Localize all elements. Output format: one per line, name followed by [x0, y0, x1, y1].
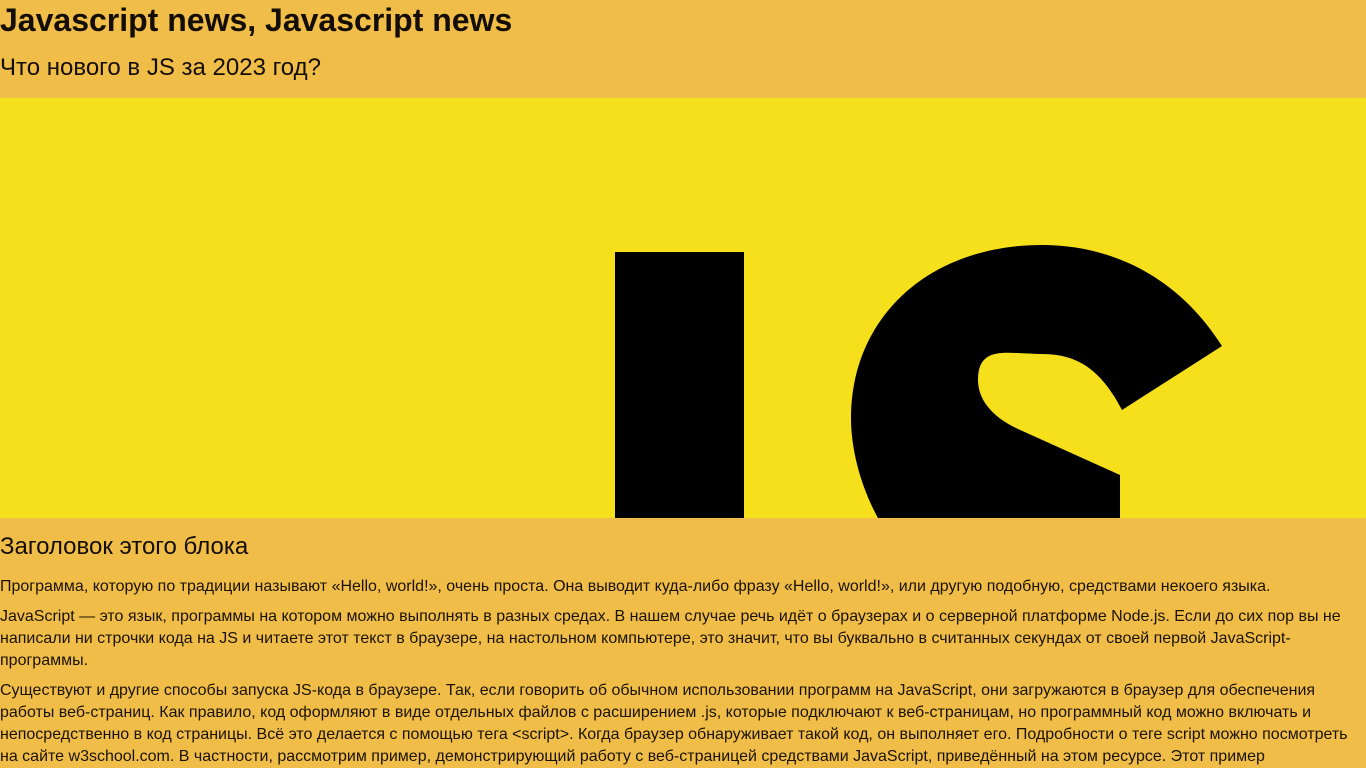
article-paragraph-3: Существуют и другие способы запуска JS-к… — [0, 682, 1348, 765]
site-title: Javascript news, Javascript news — [0, 2, 513, 38]
page: Javascript news, Javascript news Что нов… — [0, 0, 1366, 768]
js-logo-image: JS — [0, 98, 1366, 518]
page-subtitle: Что нового в JS за 2023 год? — [0, 54, 321, 81]
article-section: Заголовок этого блока Программа, которую… — [0, 518, 1366, 768]
letter-j-shape — [615, 252, 744, 518]
article-paragraph-1: Программа, которую по традиции называют … — [0, 578, 1271, 595]
article-paragraph-2: JavaScript — это язык, программы на кото… — [0, 608, 1341, 669]
hero-image: JS — [0, 98, 1366, 518]
page-header: Javascript news, Javascript news Что нов… — [0, 0, 1366, 98]
block-title: Заголовок этого блока — [0, 533, 249, 560]
